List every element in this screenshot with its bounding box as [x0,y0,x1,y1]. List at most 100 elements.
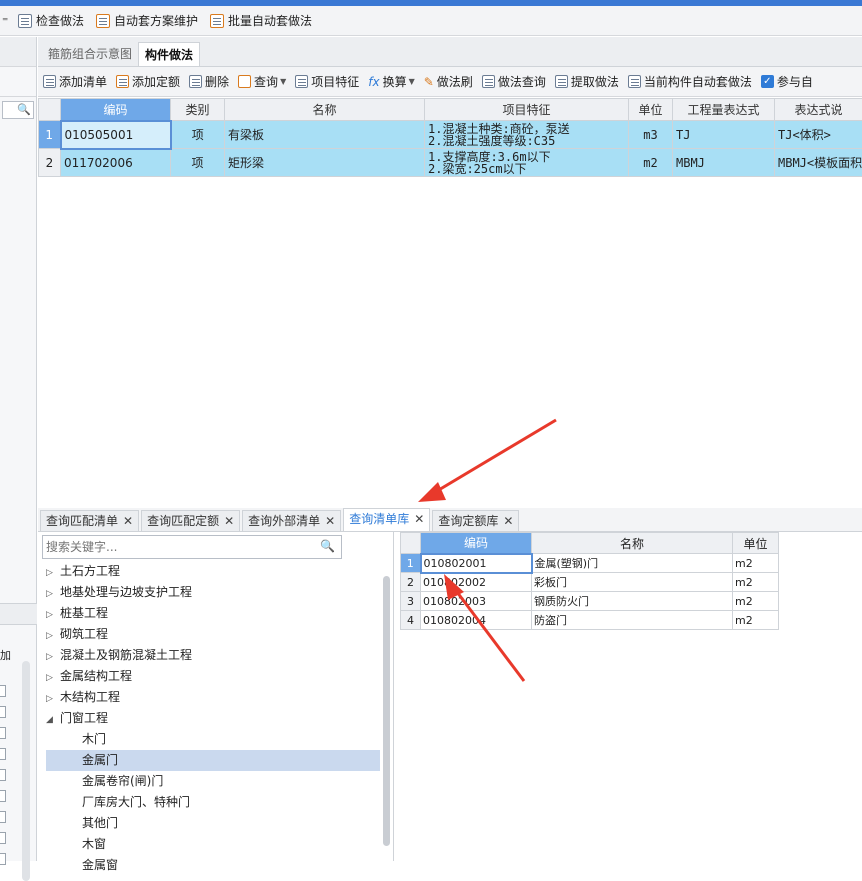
cell-type[interactable]: 项 [171,121,225,149]
tab-component-method[interactable]: 构件做法 [138,42,200,66]
tab-match-list[interactable]: 查询匹配清单✕ [40,510,139,531]
expand-arrow-icon[interactable]: ▷ [46,668,60,689]
close-icon[interactable]: ✕ [503,514,513,528]
tree-child[interactable]: 金属卷帘(闸)门 [46,771,376,792]
expand-arrow-icon[interactable]: ▷ [46,626,60,647]
cell-expr[interactable]: TJ [673,121,775,149]
left-scrollbar[interactable] [22,661,30,881]
check-method-button[interactable]: 检查做法 [14,9,88,33]
tree-node[interactable]: ▷金属结构工程 [46,666,376,687]
collapse-arrow-icon[interactable]: ◢ [46,710,60,731]
col-expr-desc[interactable]: 表达式说 [775,99,862,121]
cell-type[interactable]: 项 [171,149,225,177]
close-icon[interactable]: ✕ [325,514,335,528]
left-checkbox[interactable] [0,748,6,760]
col-name[interactable]: 名称 [532,533,733,554]
tree-child[interactable]: 其他门 [46,813,376,834]
cell-feature[interactable]: 1.支撑高度:3.6m以下2.梁宽:25cm以下 [425,149,629,177]
col-code[interactable]: 编码 [421,533,532,554]
tree-child-selected[interactable]: 金属门 [46,750,380,771]
cell-code[interactable]: 011702006 [61,149,171,177]
left-search-input[interactable]: 🔍 [2,101,34,119]
tree-node[interactable]: ▷地基处理与边坡支护工程 [46,582,376,603]
library-search-input[interactable] [43,536,313,558]
col-code[interactable]: 编码 [61,99,171,121]
left-checkbox[interactable] [0,853,6,865]
left-checkbox[interactable] [0,790,6,802]
extract-button[interactable]: 提取做法 [552,73,622,90]
search-icon[interactable]: 🔍 [320,539,335,553]
cell-unit[interactable]: m2 [733,554,779,573]
cell-code[interactable]: 010802003 [421,592,532,611]
col-unit[interactable]: 单位 [733,533,779,554]
table-row[interactable]: 1 010802001 金属(塑钢)门 m2 [401,554,779,573]
row-number[interactable]: 2 [401,573,421,592]
col-name[interactable]: 名称 [225,99,425,121]
table-row[interactable]: 1 010505001 项 有梁板 1.混凝土种类:商砼，泵送2.混凝土强度等级… [39,121,862,149]
cell-expr-desc[interactable]: TJ<体积> [775,121,862,149]
close-icon[interactable]: ✕ [123,514,133,528]
cell-feature[interactable]: 1.混凝土种类:商砼，泵送2.混凝土强度等级:C35 [425,121,629,149]
cell-name[interactable]: 防盗门 [532,611,733,630]
cell-name[interactable]: 矩形梁 [225,149,425,177]
delete-button[interactable]: 删除 [186,73,232,90]
close-icon[interactable]: ✕ [414,512,424,526]
cell-code[interactable]: 010802002 [421,573,532,592]
participate-checkbox[interactable]: ✓参与自 [758,73,816,90]
cell-unit[interactable]: m3 [629,121,673,149]
tab-match-quota[interactable]: 查询匹配定额✕ [141,510,240,531]
tree-node-expanded[interactable]: ◢门窗工程 [46,708,376,729]
close-icon[interactable]: ✕ [224,514,234,528]
cell-expr[interactable]: MBMJ [673,149,775,177]
col-type[interactable]: 类别 [171,99,225,121]
tree-scrollbar[interactable] [383,576,390,846]
col-expr[interactable]: 工程量表达式 [673,99,775,121]
method-query-button[interactable]: 做法查询 [479,73,549,90]
left-checkbox[interactable] [0,727,6,739]
cell-name[interactable]: 彩板门 [532,573,733,592]
cell-unit[interactable]: m2 [733,573,779,592]
tree-node[interactable]: ▷木结构工程 [46,687,376,708]
auto-apply-button[interactable]: 当前构件自动套做法 [625,73,755,90]
tree-child[interactable]: 木门 [46,729,376,750]
expand-arrow-icon[interactable]: ▷ [46,605,60,626]
search-icon[interactable]: 🔍 [17,103,31,116]
tree-node[interactable]: ▷混凝土及钢筋混凝土工程 [46,645,376,666]
left-checkbox[interactable] [0,706,6,718]
brush-button[interactable]: ✎做法刷 [421,73,476,90]
tree-child[interactable]: 木窗 [46,834,376,855]
cell-name[interactable]: 有梁板 [225,121,425,149]
left-checkbox[interactable] [0,769,6,781]
col-feature[interactable]: 项目特征 [425,99,629,121]
row-number[interactable]: 3 [401,592,421,611]
table-row[interactable]: 3 010802003 钢质防火门 m2 [401,592,779,611]
cell-expr-desc[interactable]: MBMJ<模板面积> [775,149,862,177]
tree-node[interactable]: ▷砌筑工程 [46,624,376,645]
col-unit[interactable]: 单位 [629,99,673,121]
tab-external-list[interactable]: 查询外部清单✕ [242,510,341,531]
table-row[interactable]: 2 010802002 彩板门 m2 [401,573,779,592]
row-number[interactable]: 1 [401,554,421,573]
cell-code[interactable]: 010505001 [61,121,171,149]
convert-button[interactable]: fx换算▼ [365,73,418,90]
add-quota-button[interactable]: 添加定额 [113,73,183,90]
cell-name[interactable]: 金属(塑钢)门 [532,554,733,573]
batch-auto-button[interactable]: 批量自动套做法 [206,9,316,33]
table-row[interactable]: 4 010802004 防盗门 m2 [401,611,779,630]
cell-unit[interactable]: m2 [733,611,779,630]
row-number[interactable]: 1 [39,121,61,149]
add-list-button[interactable]: 添加清单 [40,73,110,90]
query-button[interactable]: 查询▼ [235,73,289,90]
table-row[interactable]: 2 011702006 项 矩形梁 1.支撑高度:3.6m以下2.梁宽:25cm… [39,149,862,177]
tab-list-library[interactable]: 查询清单库✕ [343,508,430,531]
auto-scheme-button[interactable]: 自动套方案维护 [92,9,202,33]
cell-code[interactable]: 010802004 [421,611,532,630]
tab-quota-library[interactable]: 查询定额库✕ [432,510,519,531]
cell-name[interactable]: 钢质防火门 [532,592,733,611]
tab-stirrup-diagram[interactable]: 箍筋组合示意图 [42,42,138,66]
feature-button[interactable]: 项目特征 [292,73,362,90]
tree-node[interactable]: ▷桩基工程 [46,603,376,624]
cell-unit[interactable]: m2 [733,592,779,611]
row-number[interactable]: 2 [39,149,61,177]
expand-arrow-icon[interactable]: ▷ [46,584,60,605]
